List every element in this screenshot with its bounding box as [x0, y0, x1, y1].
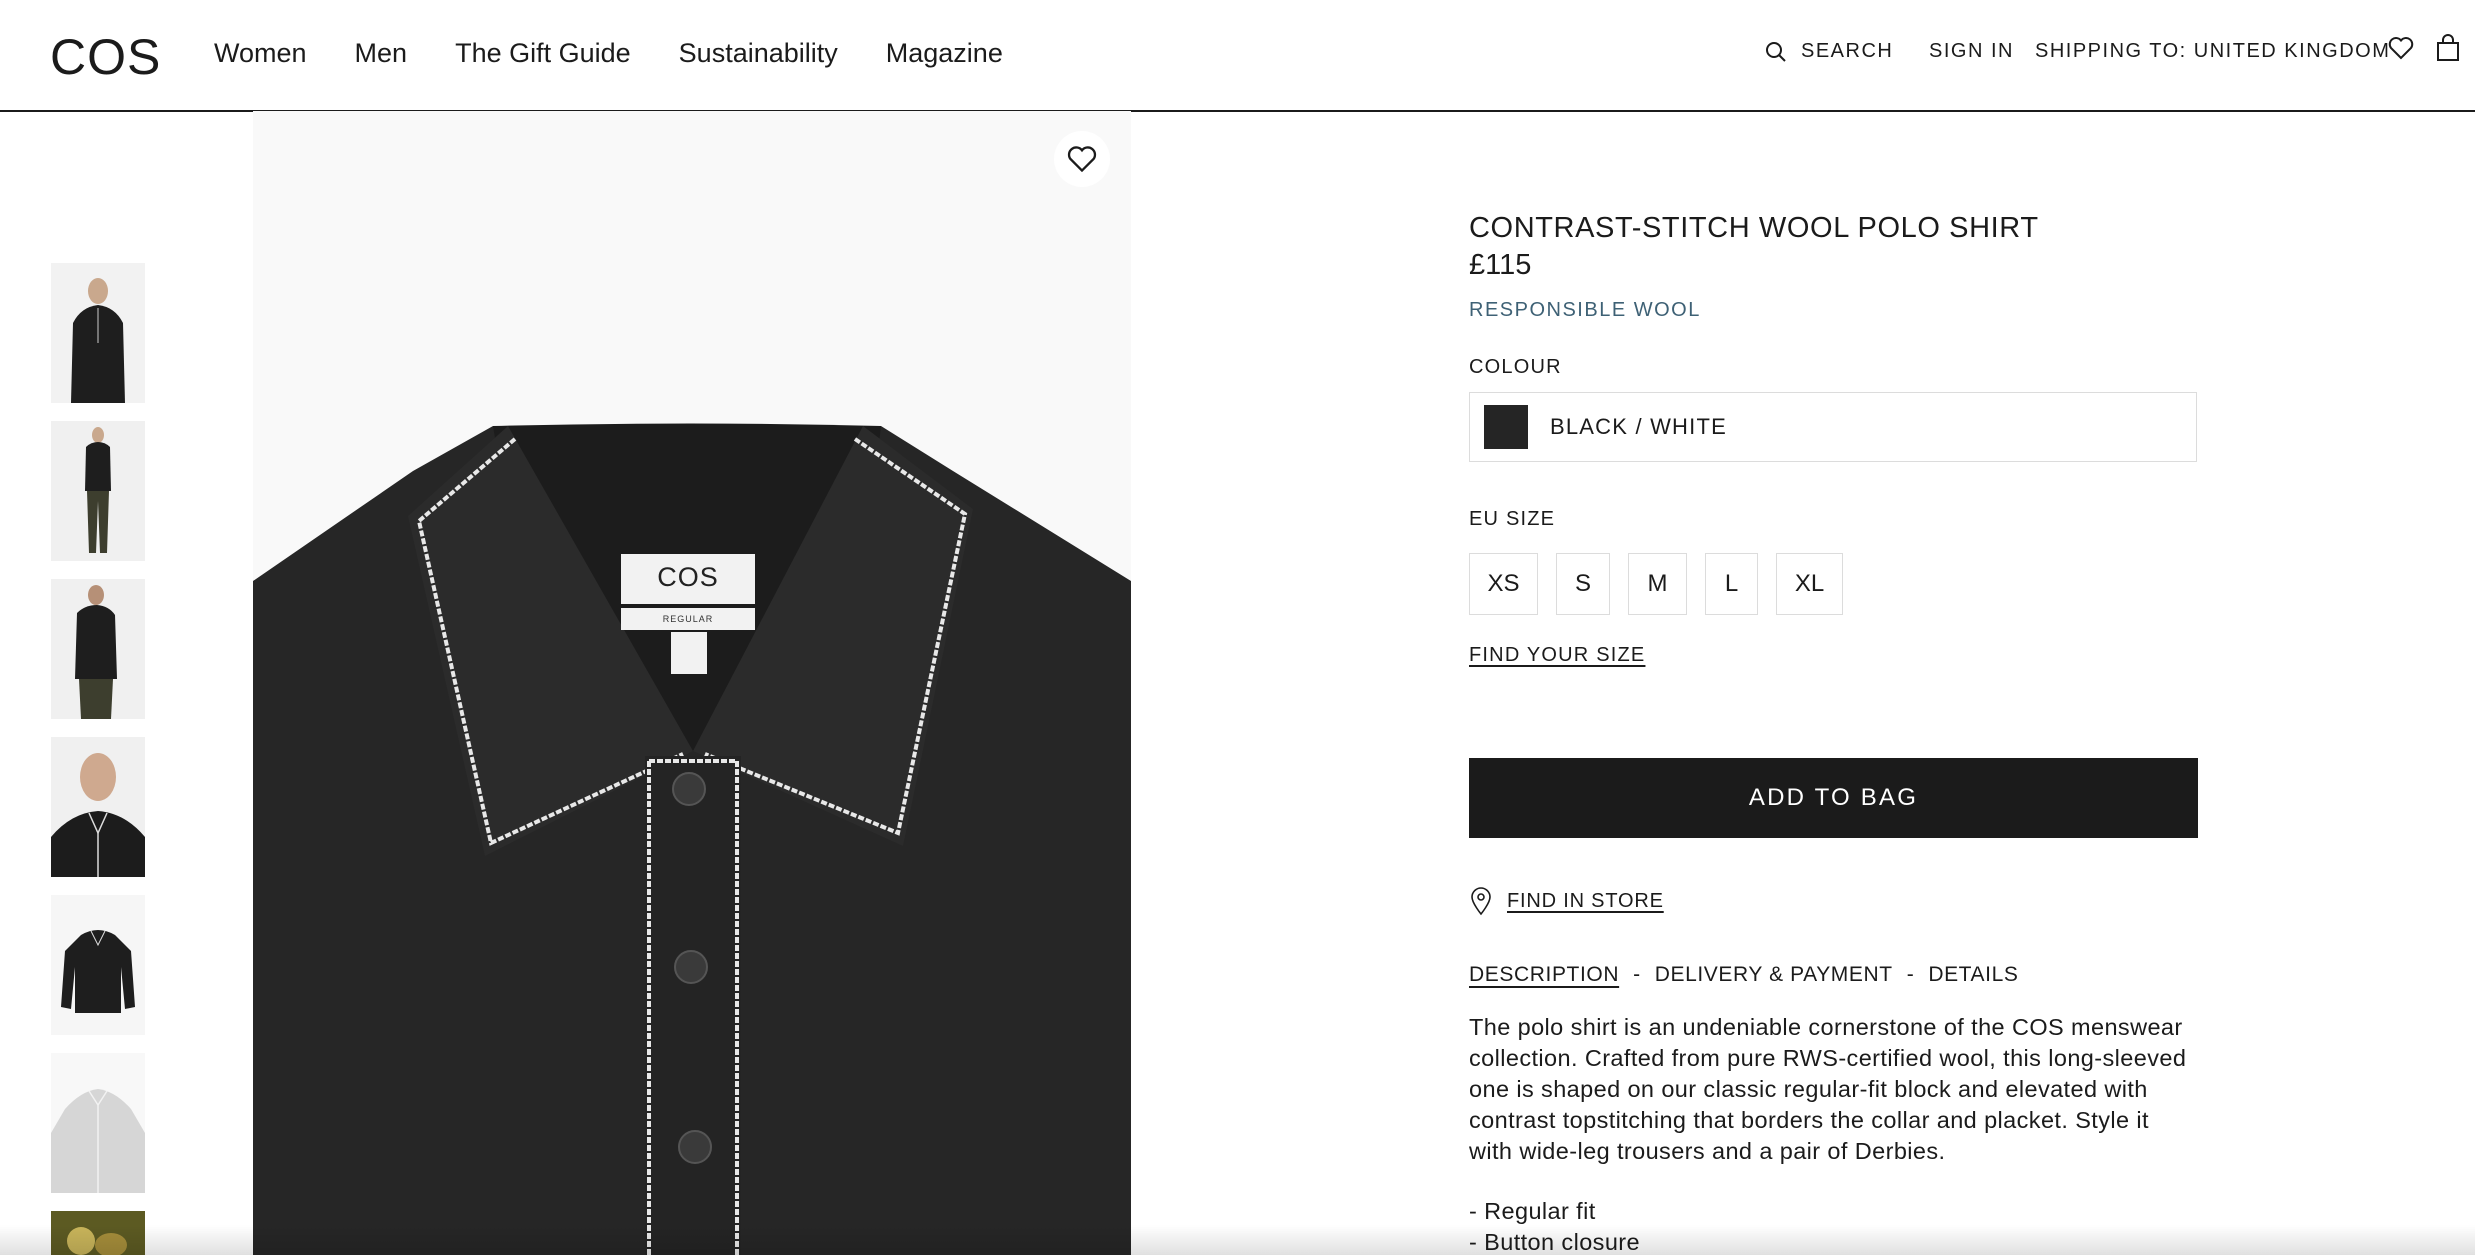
size-label: EU SIZE [1469, 508, 1556, 530]
product-description: The polo shirt is an undeniable cornerst… [1469, 1014, 2187, 1164]
bag-icon[interactable] [2436, 34, 2460, 62]
wishlist-icon[interactable] [2388, 36, 2414, 60]
add-to-bag-button[interactable]: ADD TO BAG [1469, 758, 2198, 838]
size-xl-button[interactable]: XL [1776, 553, 1843, 615]
thumbnail-3[interactable] [51, 579, 145, 719]
thumbnail-6[interactable] [51, 1053, 145, 1193]
nav-women[interactable]: Women [214, 38, 307, 69]
nav-magazine[interactable]: Magazine [886, 38, 1003, 69]
heart-icon [1067, 146, 1097, 173]
responsible-wool-link[interactable]: RESPONSIBLE WOOL [1469, 299, 1701, 322]
colour-label: COLOUR [1469, 356, 1562, 378]
garment-label-fit: REGULAR [662, 614, 714, 624]
product-title: CONTRAST-STITCH WOOL POLO SHIRT [1469, 212, 2039, 244]
thumbnail-7[interactable] [51, 1211, 145, 1255]
colour-swatch [1484, 405, 1528, 449]
thumbnail-1[interactable] [51, 263, 145, 403]
nav-sustainability[interactable]: Sustainability [679, 38, 838, 69]
tab-description[interactable]: DESCRIPTION [1469, 963, 1619, 987]
sign-in-link[interactable]: SIGN IN [1929, 40, 2014, 63]
tab-details[interactable]: DETAILS [1928, 963, 2018, 987]
feature-item: - Regular fit [1469, 1198, 1596, 1224]
site-header: COS Women Men The Gift Guide Sustainabil… [0, 0, 2475, 112]
search-icon [1766, 41, 1786, 62]
info-tabs: DESCRIPTION - DELIVERY & PAYMENT - DETAI… [1469, 963, 2018, 987]
colour-value: BLACK / WHITE [1550, 414, 1727, 439]
shipping-selector[interactable]: SHIPPING TO: UNITED KINGDOM [2035, 40, 2390, 63]
find-your-size-link[interactable]: FIND YOUR SIZE [1469, 644, 1645, 667]
size-selector: XS S M L XL [1469, 553, 1843, 615]
main-nav: Women Men The Gift Guide Sustainability … [214, 38, 1003, 69]
find-in-store-label: FIND IN STORE [1507, 889, 1664, 912]
thumbnail-4[interactable] [51, 737, 145, 877]
feature-list: - Regular fit - Button closure [1469, 1196, 1640, 1258]
size-m-button[interactable]: M [1628, 553, 1687, 615]
garment-label-brand: COS [657, 562, 719, 592]
thumbnail-5[interactable] [51, 895, 145, 1035]
cos-logo[interactable]: COS [50, 28, 161, 86]
size-l-button[interactable]: L [1705, 553, 1758, 615]
location-pin-icon [1471, 887, 1491, 916]
thumbnail-2[interactable] [51, 421, 145, 561]
main-product-image[interactable] [253, 111, 1131, 1255]
colour-selector[interactable]: BLACK / WHITE [1469, 392, 2197, 462]
find-in-store-link[interactable]: FIND IN STORE [1469, 886, 1664, 916]
search-label: SEARCH [1801, 40, 1894, 62]
tab-delivery-payment[interactable]: DELIVERY & PAYMENT [1655, 963, 1893, 987]
tab-separator: - [1633, 963, 1641, 986]
nav-men[interactable]: Men [355, 38, 408, 69]
favourite-button[interactable] [1054, 131, 1110, 187]
product-price: £115 [1469, 249, 1532, 281]
tab-separator: - [1906, 963, 1915, 986]
size-s-button[interactable]: S [1556, 553, 1610, 615]
size-xs-button[interactable]: XS [1469, 553, 1538, 615]
search-button[interactable]: SEARCH [1765, 40, 1893, 63]
nav-gift-guide[interactable]: The Gift Guide [455, 38, 631, 69]
feature-item: - Button closure [1469, 1229, 1640, 1255]
